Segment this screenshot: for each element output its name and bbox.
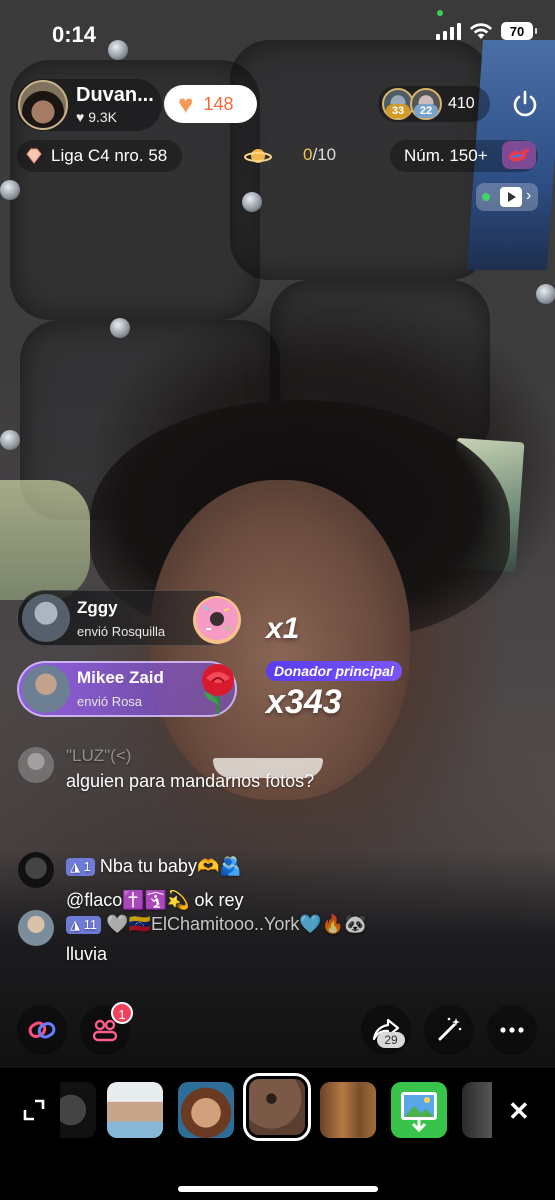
level-badge: ◮ 11 bbox=[66, 916, 102, 935]
chevron-right-icon: › bbox=[526, 187, 532, 204]
link-button[interactable] bbox=[17, 1005, 67, 1055]
donut-icon bbox=[193, 596, 241, 644]
expand-icon[interactable] bbox=[22, 1098, 46, 1122]
host-name[interactable]: Duvan... bbox=[76, 84, 154, 107]
chat-message: Nba tu baby🫶🫂 bbox=[99, 856, 242, 876]
gift-sender-name: Mikee Zaid bbox=[77, 668, 164, 687]
viewer-rank-badge: 33 bbox=[386, 104, 410, 118]
heart-icon: ♥ bbox=[178, 89, 194, 119]
top-donor-tag: Donador principal bbox=[266, 661, 402, 681]
heart-button[interactable]: ♥ 148 bbox=[164, 85, 257, 123]
signal-icon bbox=[436, 22, 461, 40]
filter-option-active[interactable] bbox=[249, 1079, 305, 1135]
status-bar: 0:14 70 bbox=[0, 0, 555, 66]
progress-total: /10 bbox=[312, 145, 337, 164]
level-number: 11 bbox=[83, 917, 98, 933]
diamond-icon bbox=[26, 148, 42, 164]
host-likes-count: 9.3K bbox=[88, 109, 118, 125]
effects-button[interactable] bbox=[424, 1005, 474, 1055]
rose-icon bbox=[202, 664, 234, 714]
camera-indicator bbox=[437, 10, 443, 16]
share-count: 29 bbox=[377, 1032, 405, 1048]
heart-count: 148 bbox=[203, 93, 234, 114]
guests-badge: 1 bbox=[111, 1002, 133, 1024]
live-dot bbox=[482, 193, 490, 201]
magic-wand-icon bbox=[438, 1017, 462, 1041]
chat-line: ◮ 1 Nba tu baby🫶🫂 bbox=[66, 856, 242, 877]
filter-option[interactable] bbox=[462, 1082, 492, 1138]
chat-avatar[interactable] bbox=[18, 852, 54, 888]
gift-sender-avatar[interactable] bbox=[22, 665, 70, 713]
gift-count: x343 bbox=[266, 683, 342, 721]
bird-icon[interactable] bbox=[502, 141, 536, 169]
clock: 0:14 bbox=[52, 22, 97, 47]
chat-message: alguien para mandarnos fotos? bbox=[66, 771, 315, 791]
gift-count: x1 bbox=[266, 612, 300, 645]
rank-label: Núm. 150+ bbox=[404, 146, 488, 165]
filter-option[interactable] bbox=[60, 1082, 96, 1138]
chat-line: ◮ 11 🤍🇻🇪ElChamitooo..York🩵🔥🐼 bbox=[66, 914, 367, 935]
viewer-count[interactable]: 410 bbox=[448, 95, 475, 113]
image-download-icon bbox=[401, 1092, 437, 1132]
league-progress: 0/10 bbox=[303, 145, 336, 165]
filter-download[interactable] bbox=[391, 1082, 447, 1138]
filter-option[interactable] bbox=[320, 1082, 376, 1138]
level-badge: ◮ 1 bbox=[66, 858, 95, 877]
league-label: Liga C4 nro. 58 bbox=[51, 146, 168, 165]
chat-message: lluvia bbox=[66, 944, 108, 964]
level-icon: ◮ bbox=[70, 859, 80, 875]
filter-option[interactable] bbox=[178, 1082, 234, 1138]
chat-message: @flaco✝️🛐💫 ok rey bbox=[66, 890, 244, 910]
gift-sender-name: Zggy bbox=[77, 598, 118, 617]
gift-action: envió Rosa bbox=[77, 694, 143, 709]
chat-username[interactable]: "LUZ"(<) bbox=[66, 746, 131, 766]
play-icon[interactable] bbox=[500, 187, 522, 207]
level-icon: ◮ bbox=[70, 917, 80, 933]
home-indicator[interactable] bbox=[178, 1186, 378, 1192]
link-icon bbox=[28, 1021, 56, 1039]
league-badge[interactable]: Liga C4 nro. 58 bbox=[17, 140, 182, 172]
gift-sender-avatar[interactable] bbox=[22, 594, 70, 642]
host-avatar[interactable] bbox=[18, 80, 68, 130]
power-icon[interactable] bbox=[510, 89, 540, 119]
chat-avatar[interactable] bbox=[18, 910, 54, 946]
more-icon bbox=[500, 1027, 524, 1033]
host-likes: ♥ 9.3K bbox=[76, 109, 117, 125]
chat-username[interactable]: 🤍🇻🇪ElChamitooo..York🩵🔥🐼 bbox=[106, 914, 366, 934]
filter-option[interactable] bbox=[107, 1082, 163, 1138]
heart-small-icon: ♥ bbox=[76, 109, 85, 125]
gift-action: envió Rosquilla bbox=[77, 624, 166, 639]
planet-icon bbox=[244, 149, 272, 163]
chat-avatar[interactable] bbox=[18, 747, 54, 783]
more-button[interactable] bbox=[487, 1005, 537, 1055]
battery-icon: 70 bbox=[501, 22, 537, 40]
wifi-icon bbox=[470, 23, 492, 39]
level-number: 1 bbox=[83, 859, 91, 875]
viewer-rank-badge: 22 bbox=[414, 104, 438, 118]
close-icon[interactable]: ✕ bbox=[508, 1096, 530, 1127]
